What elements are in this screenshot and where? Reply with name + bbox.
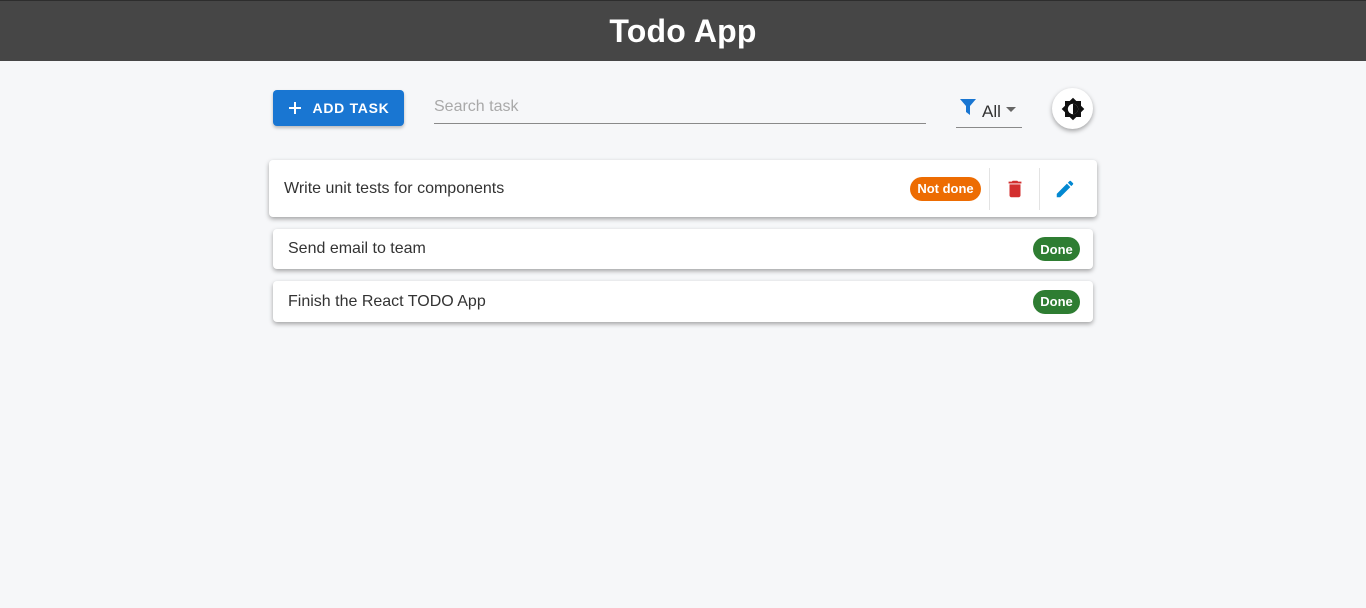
search-field xyxy=(434,92,926,124)
filter-value: All xyxy=(982,101,1001,121)
task-item: Send email to team Done xyxy=(273,229,1093,269)
trash-icon xyxy=(1008,180,1021,197)
edit-task-button[interactable] xyxy=(1040,168,1089,210)
task-item: Write unit tests for components Not done xyxy=(269,160,1097,217)
status-badge: Done xyxy=(1033,237,1080,261)
filter-icon xyxy=(960,98,976,115)
add-task-button[interactable]: ADD TASK xyxy=(273,90,404,126)
app-bar: Todo App xyxy=(0,0,1366,61)
brightness-icon xyxy=(1061,97,1084,120)
theme-toggle-button[interactable] xyxy=(1052,88,1093,129)
pencil-icon xyxy=(1056,180,1073,197)
plus-icon xyxy=(288,102,301,114)
app-title: Todo App xyxy=(609,12,757,49)
delete-task-button[interactable] xyxy=(990,168,1039,210)
task-title: Finish the React TODO App xyxy=(288,292,486,310)
status-badge: Done xyxy=(1033,289,1080,314)
status-badge: Not done xyxy=(910,176,981,201)
filter-select[interactable]: All xyxy=(956,92,1022,128)
task-title: Write unit tests for components xyxy=(284,179,505,197)
chevron-down-icon xyxy=(1005,107,1016,112)
add-task-label: ADD TASK xyxy=(312,100,390,116)
task-item: Finish the React TODO App Done xyxy=(273,281,1093,322)
task-title: Send email to team xyxy=(288,240,426,257)
search-input[interactable] xyxy=(434,92,926,122)
